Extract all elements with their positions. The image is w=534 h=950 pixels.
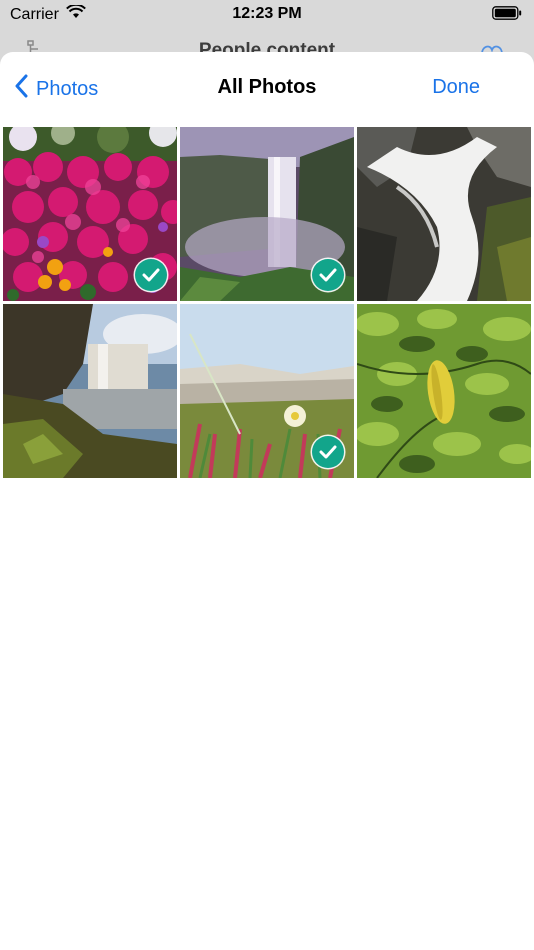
- done-button[interactable]: Done: [432, 76, 480, 99]
- navigation-bar: Photos All Photos Done: [0, 52, 534, 126]
- waterfall-rocks-photo: [357, 127, 531, 301]
- photo-grid: [3, 127, 531, 478]
- photo-thumbnail-waterfall-rocks[interactable]: [357, 127, 531, 301]
- selected-checkmark-icon: [312, 259, 344, 291]
- photo-thumbnail-leaves[interactable]: [357, 304, 531, 478]
- battery-icon: [492, 6, 522, 25]
- photo-picker-sheet: Photos All Photos Done: [0, 52, 534, 950]
- photo-thumbnail-waterfall-valley[interactable]: [180, 127, 354, 301]
- photo-thumbnail-flowers[interactable]: [3, 127, 177, 301]
- selected-checkmark-icon: [312, 436, 344, 468]
- selected-checkmark-icon: [135, 259, 167, 291]
- photo-thumbnail-beach-flowers[interactable]: [180, 304, 354, 478]
- status-bar: Carrier 12:23 PM: [0, 0, 534, 28]
- status-time: 12:23 PM: [232, 5, 302, 22]
- photo-thumbnail-waterfall-coast[interactable]: [3, 304, 177, 478]
- leaves-photo: [357, 304, 531, 478]
- waterfall-coast-photo: [3, 304, 177, 478]
